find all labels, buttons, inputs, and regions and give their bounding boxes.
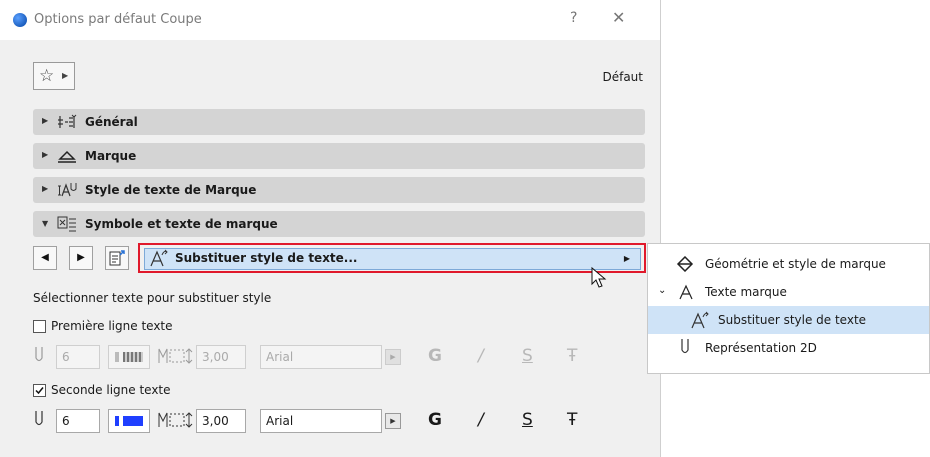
- chevron-right-icon: ▶: [62, 71, 69, 80]
- symbol-text-icon: [57, 216, 76, 232]
- instruction-text: Sélectionner texte pour substituer style: [33, 291, 272, 305]
- collapse-arrow-icon: ▶: [42, 150, 49, 159]
- mouse-cursor-icon: [591, 266, 607, 288]
- second-line-checkbox[interactable]: [33, 384, 46, 397]
- marker-icon: [58, 150, 76, 163]
- first-line-checkbox[interactable]: [33, 320, 46, 333]
- underline-button[interactable]: S: [522, 346, 533, 366]
- pen-icon: [35, 347, 43, 362]
- collapse-arrow-icon: ▶: [42, 184, 49, 193]
- second-line-label: Seconde ligne texte: [51, 383, 171, 397]
- page-settings-button[interactable]: [105, 246, 129, 270]
- text-height-icon: [158, 348, 193, 364]
- chevron-right-icon: ▶: [623, 254, 630, 263]
- collapse-arrow-icon: ▶: [42, 116, 49, 125]
- second-line-color-swatch[interactable]: [108, 409, 150, 433]
- window-title: Options par défaut Coupe: [34, 12, 202, 27]
- override-text-style-icon: [691, 311, 709, 329]
- general-settings-icon: [58, 114, 77, 128]
- checkmark-icon: [35, 387, 44, 395]
- options-dialog: Options par défaut Coupe ? ✕ ☆ ▶ Défaut …: [0, 0, 661, 457]
- next-button[interactable]: ▶: [69, 246, 93, 270]
- panel-navigation-menu: Géométrie et style de marque ⌄ Texte mar…: [647, 243, 930, 374]
- favorites-button[interactable]: ☆ ▶: [33, 62, 75, 90]
- highlight-outline: Substituer style de texte... ▶: [138, 243, 646, 273]
- page-settings-icon: [109, 250, 125, 266]
- pen-icon: [681, 339, 689, 354]
- menu-item-label: Texte marque: [705, 285, 787, 299]
- panel-selector-label: Substituer style de texte...: [175, 251, 358, 265]
- text-height-icon: [158, 412, 193, 428]
- second-line-font-field[interactable]: Arial: [260, 409, 382, 433]
- menu-item-text-marque[interactable]: ⌄ Texte marque: [648, 278, 929, 306]
- second-line-pen-field[interactable]: 6: [56, 409, 100, 433]
- first-line-font-field[interactable]: Arial: [260, 345, 382, 369]
- section-general[interactable]: ▶ Général: [33, 109, 645, 135]
- expand-chevron-icon: ⌄: [658, 285, 667, 296]
- default-label: Défaut: [602, 70, 643, 84]
- menu-item-geometry[interactable]: Géométrie et style de marque: [648, 250, 929, 278]
- section-text-style[interactable]: ▶ Style de texte de Marque: [33, 177, 645, 203]
- app-logo-icon: [13, 13, 27, 27]
- italic-button[interactable]: /: [478, 410, 484, 430]
- previous-button[interactable]: ◀: [33, 246, 57, 270]
- font-dropdown-button[interactable]: ▶: [385, 413, 401, 429]
- menu-item-label: Représentation 2D: [705, 341, 817, 355]
- title-bar: Options par défaut Coupe ? ✕: [0, 0, 660, 40]
- bold-button[interactable]: G: [428, 346, 442, 366]
- strikethrough-button[interactable]: Ŧ: [567, 410, 577, 430]
- first-line-height-field[interactable]: 3,00: [196, 345, 246, 369]
- section-symbol-text[interactable]: ▼ Symbole et texte de marque: [33, 211, 645, 237]
- italic-button[interactable]: /: [478, 346, 484, 366]
- expand-arrow-icon: ▼: [42, 219, 49, 228]
- bold-button[interactable]: G: [428, 410, 442, 430]
- override-text-style-icon: [150, 249, 168, 267]
- pen-icon: [35, 411, 43, 426]
- help-button[interactable]: ?: [570, 10, 577, 26]
- menu-item-label: Substituer style de texte: [718, 313, 867, 327]
- section-label: Symbole et texte de marque: [85, 217, 278, 231]
- menu-item-2d-representation[interactable]: Représentation 2D: [648, 334, 929, 362]
- marker-geometry-icon: [676, 256, 694, 272]
- panel-selector-dropdown[interactable]: Substituer style de texte... ▶: [144, 248, 641, 270]
- second-line-height-field[interactable]: 3,00: [196, 409, 246, 433]
- strikethrough-button[interactable]: Ŧ: [567, 346, 577, 366]
- section-label: Marque: [85, 149, 137, 163]
- section-label: Général: [85, 115, 138, 129]
- text-a-icon: [679, 284, 693, 300]
- menu-item-label: Géométrie et style de marque: [705, 257, 886, 271]
- close-button[interactable]: ✕: [612, 8, 625, 27]
- underline-button[interactable]: S: [522, 410, 533, 430]
- first-line-pen-field[interactable]: 6: [56, 345, 100, 369]
- menu-item-override-style[interactable]: Substituer style de texte: [648, 306, 929, 334]
- text-style-icon: [58, 183, 77, 197]
- section-marque[interactable]: ▶ Marque: [33, 143, 645, 169]
- star-icon: ☆: [39, 66, 55, 86]
- font-dropdown-button[interactable]: ▶: [385, 349, 401, 365]
- section-label: Style de texte de Marque: [85, 183, 257, 197]
- first-line-color-swatch[interactable]: [108, 345, 150, 369]
- first-line-label: Première ligne texte: [51, 319, 173, 333]
